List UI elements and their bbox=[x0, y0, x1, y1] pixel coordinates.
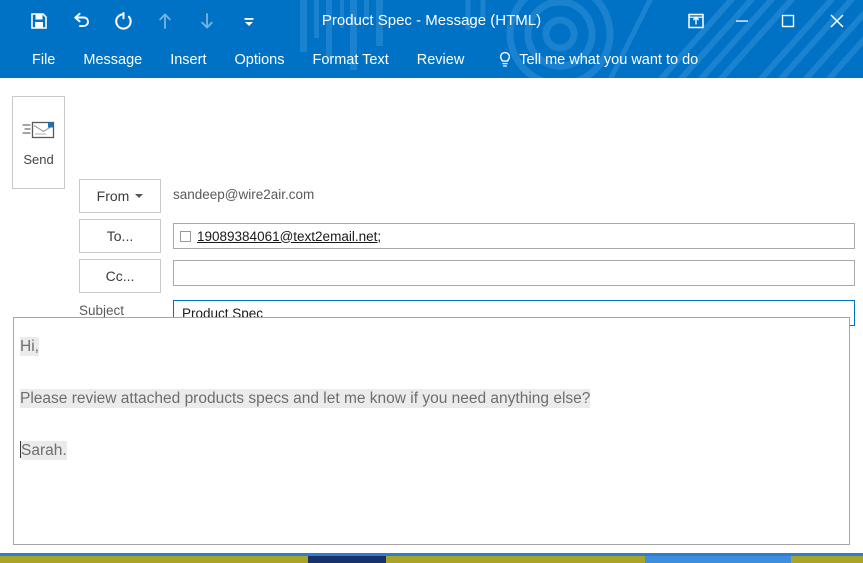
undo-icon bbox=[71, 12, 91, 30]
redo-button[interactable] bbox=[102, 5, 144, 37]
send-button[interactable]: Send bbox=[12, 96, 65, 189]
next-item-button[interactable] bbox=[186, 5, 228, 37]
save-button[interactable] bbox=[18, 5, 60, 37]
chevron-down-icon bbox=[135, 194, 143, 198]
close-icon bbox=[828, 12, 846, 30]
body-text-3: Sarah. bbox=[21, 441, 67, 460]
ribbon-tabs: File Message Insert Options Format Text … bbox=[0, 42, 863, 78]
body-text-2: Please review attached products specs an… bbox=[20, 389, 590, 408]
to-button-label: To... bbox=[107, 228, 133, 244]
cc-button-label: Cc... bbox=[106, 268, 135, 284]
to-input[interactable]: 19089384061@text2email.net; bbox=[173, 223, 855, 249]
ribbon-display-options-icon bbox=[687, 12, 705, 30]
customize-quick-access-toolbar-button[interactable] bbox=[228, 5, 270, 37]
arrow-up-icon bbox=[157, 12, 173, 30]
previous-item-button[interactable] bbox=[144, 5, 186, 37]
subject-label: Subject bbox=[79, 303, 161, 318]
tab-file[interactable]: File bbox=[18, 42, 69, 78]
quick-access-toolbar bbox=[0, 0, 270, 42]
close-button[interactable] bbox=[811, 0, 863, 42]
tab-review[interactable]: Review bbox=[403, 42, 479, 78]
tab-insert[interactable]: Insert bbox=[156, 42, 220, 78]
cc-input[interactable] bbox=[173, 260, 855, 286]
to-button[interactable]: To... bbox=[79, 219, 161, 253]
minimize-button[interactable] bbox=[719, 0, 765, 42]
undo-button[interactable] bbox=[60, 5, 102, 37]
compose-header: Send From sandeep@wire2air.com To... 190… bbox=[0, 78, 863, 317]
send-envelope-icon bbox=[22, 118, 56, 142]
strip-navy-band-left bbox=[308, 556, 386, 563]
message-body[interactable]: Hi, Please review attached products spec… bbox=[13, 317, 850, 545]
tab-options[interactable]: Options bbox=[220, 42, 298, 78]
strip-lightblue-band bbox=[645, 556, 791, 563]
tell-me-search[interactable]: Tell me what you want to do bbox=[488, 51, 708, 69]
customize-qat-icon bbox=[241, 13, 257, 29]
tab-message[interactable]: Message bbox=[69, 42, 156, 78]
lightbulb-icon bbox=[498, 51, 512, 69]
body-paragraph-3: Sarah. bbox=[20, 440, 839, 461]
tell-me-label: Tell me what you want to do bbox=[519, 52, 698, 68]
ribbon-display-options-button[interactable] bbox=[673, 0, 719, 42]
maximize-button[interactable] bbox=[765, 0, 811, 42]
body-paragraph-1: Hi, bbox=[20, 336, 839, 357]
arrow-down-icon bbox=[199, 12, 215, 30]
save-icon bbox=[30, 12, 48, 30]
tab-format-text[interactable]: Format Text bbox=[298, 42, 402, 78]
from-button[interactable]: From bbox=[79, 179, 161, 213]
desktop-background-strip bbox=[0, 553, 863, 563]
maximize-icon bbox=[780, 13, 796, 29]
window-controls bbox=[673, 0, 863, 42]
body-paragraph-2: Please review attached products specs an… bbox=[20, 388, 839, 409]
body-text-1: Hi, bbox=[20, 337, 39, 356]
to-recipient: 19089384061@text2email.net; bbox=[197, 229, 381, 244]
redo-icon bbox=[114, 12, 133, 31]
recipient-checkbox-icon[interactable] bbox=[180, 231, 191, 242]
from-button-label: From bbox=[97, 188, 130, 204]
title-bar: Product Spec - Message (HTML) bbox=[0, 0, 863, 78]
send-button-label: Send bbox=[23, 152, 53, 167]
from-address: sandeep@wire2air.com bbox=[173, 187, 314, 202]
minimize-icon bbox=[734, 13, 750, 29]
cc-button[interactable]: Cc... bbox=[79, 259, 161, 293]
